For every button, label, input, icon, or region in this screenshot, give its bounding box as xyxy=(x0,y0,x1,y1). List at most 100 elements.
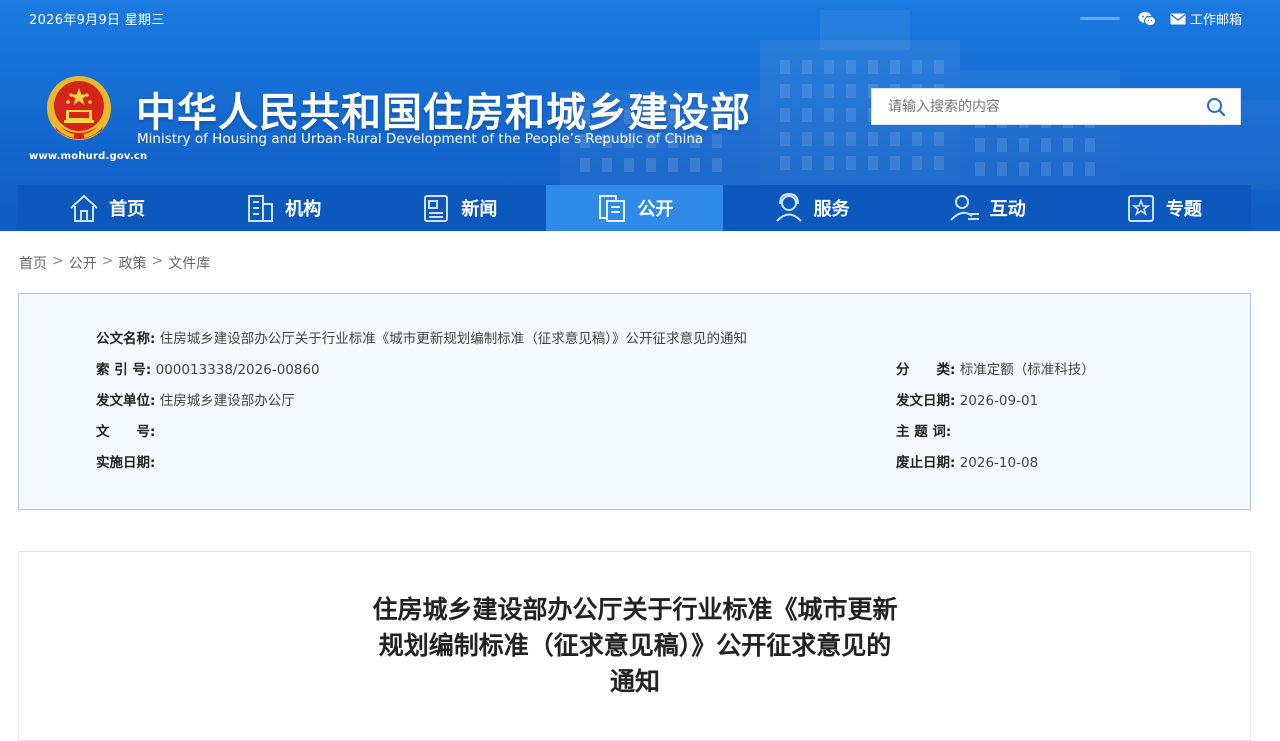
nav-item-home[interactable]: 首页 xyxy=(18,185,194,231)
article-title-line: 规划编制标准（征求意见稿）》公开征求意见的 xyxy=(378,631,892,660)
article-title-line: 住房城乡建设部办公厅关于行业标准《城市更新 xyxy=(372,595,898,624)
bg-window xyxy=(912,132,922,146)
bg-window xyxy=(934,156,944,170)
search-input[interactable] xyxy=(872,89,1192,124)
bg-window xyxy=(846,84,856,98)
bg-window xyxy=(1041,162,1051,176)
bg-window xyxy=(846,156,856,170)
meta-keywords-row: 主 题 词: xyxy=(896,420,951,440)
bg-window xyxy=(802,60,812,74)
interact-icon xyxy=(950,195,979,221)
breadcrumb-home[interactable]: 首页 xyxy=(19,253,47,273)
breadcrumb-separator: > xyxy=(101,253,114,269)
meta-issuer-label: 发文单位: xyxy=(96,393,156,409)
meta-doc-no-row: 文 号: xyxy=(96,420,155,440)
nav-item-service[interactable]: 服务 xyxy=(723,185,899,231)
nav-item-open[interactable]: 公开 xyxy=(546,185,723,231)
bg-window xyxy=(780,156,790,170)
bg-window xyxy=(824,84,834,98)
wechat-icon[interactable] xyxy=(1138,11,1156,27)
breadcrumb: 首页 > 公开 > 政策 > 文件库 xyxy=(19,253,210,273)
article-panel: 住房城乡建设部办公厅关于行业标准《城市更新 规划编制标准（征求意见稿）》公开征求… xyxy=(18,551,1251,741)
bg-window xyxy=(868,156,878,170)
nav-label: 专题 xyxy=(1165,199,1202,220)
nav-label: 互动 xyxy=(989,199,1026,220)
current-date: 2026年9月9日 星期三 xyxy=(29,13,165,28)
meta-issuer-value: 住房城乡建设部办公厅 xyxy=(159,393,295,409)
bg-window xyxy=(712,158,722,172)
nav-label: 首页 xyxy=(109,199,146,220)
bg-window xyxy=(690,158,700,172)
search-box xyxy=(871,88,1241,125)
document-meta-box: 公文名称: 住房城乡建设部办公厅关于行业标准《城市更新规划编制标准（征求意见稿）… xyxy=(18,293,1251,510)
bg-window xyxy=(890,60,900,74)
article-title-line: 通知 xyxy=(609,667,660,696)
bg-window xyxy=(997,162,1007,176)
bg-window xyxy=(890,132,900,146)
meta-expire-label: 废止日期: xyxy=(896,455,956,471)
service-icon xyxy=(775,192,802,222)
nav-item-institutions[interactable]: 机构 xyxy=(194,185,370,231)
site-title[interactable]: 中华人民共和国住房和城乡建设部 xyxy=(136,80,751,138)
bg-window xyxy=(824,108,834,122)
breadcrumb-open[interactable]: 公开 xyxy=(69,253,97,273)
meta-expire-row: 废止日期: 2026-10-08 xyxy=(896,451,1038,471)
meta-expire-value: 2026-10-08 xyxy=(959,455,1039,471)
site-header: 2026年9月9日 星期三 工作邮箱 www.mohurd.gov.cn 中华人… xyxy=(0,0,1280,231)
meta-category-value: 标准定额（标准科技） xyxy=(959,362,1095,378)
bg-window xyxy=(780,84,790,98)
bg-window xyxy=(1019,162,1029,176)
site-url[interactable]: www.mohurd.gov.cn xyxy=(29,151,147,162)
header-top-links: 工作邮箱 xyxy=(1079,9,1242,28)
breadcrumb-library[interactable]: 文件库 xyxy=(168,253,210,273)
article-title: 住房城乡建设部办公厅关于行业标准《城市更新 规划编制标准（征求意见稿）》公开征求… xyxy=(349,592,921,700)
site-title-en: Ministry of Housing and Urban-Rural Deve… xyxy=(137,131,704,147)
news-icon xyxy=(424,195,449,222)
bg-window xyxy=(668,158,678,172)
nav-label: 机构 xyxy=(285,199,322,220)
bg-window xyxy=(868,60,878,74)
bg-window xyxy=(1085,162,1095,176)
meta-title-label: 公文名称: xyxy=(96,331,156,347)
meta-index-value: 000013338/2026-00860 xyxy=(155,362,320,378)
bg-window xyxy=(997,138,1007,152)
search-icon xyxy=(1207,97,1226,116)
bg-window xyxy=(1019,138,1029,152)
bg-window xyxy=(934,60,944,74)
bg-window xyxy=(1063,138,1073,152)
meta-keywords-label: 主 题 词: xyxy=(896,424,952,440)
document-icon xyxy=(599,195,626,222)
bg-window xyxy=(824,60,834,74)
bg-window xyxy=(802,108,812,122)
bg-window xyxy=(975,138,985,152)
meta-issuer-row: 发文单位: 住房城乡建设部办公厅 xyxy=(96,389,295,409)
meta-issue-date-label: 发文日期: xyxy=(896,393,956,409)
bg-window xyxy=(934,132,944,146)
breadcrumb-separator: > xyxy=(52,253,64,269)
meta-doc-no-label: 文 号: xyxy=(96,424,156,440)
nav-label: 公开 xyxy=(637,199,674,220)
building-icon xyxy=(248,195,274,222)
meta-category-row: 分 类: 标准定额（标准科技） xyxy=(896,358,1095,378)
search-button[interactable] xyxy=(1192,89,1240,124)
bg-window xyxy=(802,84,812,98)
home-icon xyxy=(70,194,98,222)
work-mail-label: 工作邮箱 xyxy=(1189,13,1242,28)
bg-window xyxy=(912,156,922,170)
breadcrumb-policy[interactable]: 政策 xyxy=(118,253,146,273)
national-emblem-icon xyxy=(44,74,114,146)
bg-window xyxy=(646,158,656,172)
bg-window xyxy=(780,108,790,122)
work-mail-link[interactable]: 工作邮箱 xyxy=(1170,9,1242,28)
meta-effective-label: 实施日期: xyxy=(96,455,156,471)
nav-label: 服务 xyxy=(813,199,850,220)
nav-item-interact[interactable]: 互动 xyxy=(899,185,1075,231)
meta-title-row: 公文名称: 住房城乡建设部办公厅关于行业标准《城市更新规划编制标准（征求意见稿）… xyxy=(96,327,747,347)
meta-index-label: 索 引 号: xyxy=(96,362,152,378)
mail-icon xyxy=(1170,13,1186,25)
nav-item-news[interactable]: 新闻 xyxy=(370,185,546,231)
nav-item-topics[interactable]: 专题 xyxy=(1075,185,1251,231)
weibo-link[interactable] xyxy=(1079,12,1124,26)
meta-issue-date-row: 发文日期: 2026-09-01 xyxy=(896,389,1038,409)
bg-window xyxy=(846,60,856,74)
